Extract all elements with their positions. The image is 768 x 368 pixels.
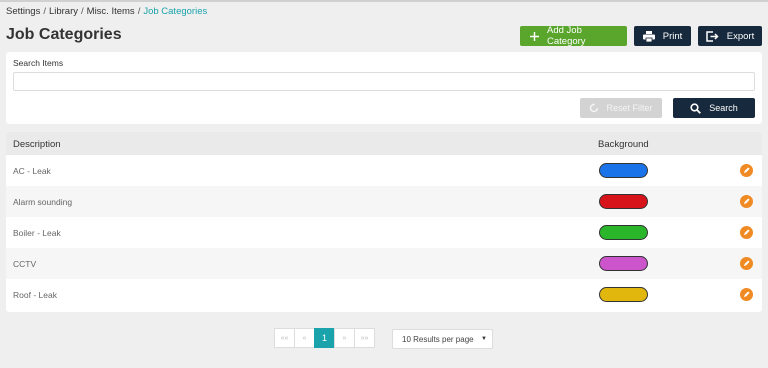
- breadcrumb-library[interactable]: Library: [49, 6, 78, 17]
- row-description: Alarm sounding: [13, 196, 73, 207]
- reset-filter-button[interactable]: Reset Filter: [580, 98, 662, 118]
- table-row[interactable]: Boiler - Leak: [6, 217, 762, 248]
- table-row[interactable]: CCTV: [6, 248, 762, 279]
- edit-icon[interactable]: [740, 195, 753, 208]
- results-per-page-value: 10 Results per page: [402, 334, 474, 344]
- last-page-button[interactable]: »»: [354, 328, 375, 348]
- table-header: Description Background: [6, 132, 762, 155]
- edit-icon[interactable]: [740, 257, 753, 270]
- background-color-swatch: [599, 194, 648, 209]
- row-description: CCTV: [13, 258, 37, 269]
- row-description: Roof - Leak: [13, 289, 57, 300]
- breadcrumb-separator: /: [43, 6, 46, 17]
- breadcrumb-separator: /: [81, 6, 84, 17]
- search-button[interactable]: Search: [673, 98, 755, 118]
- search-label: Search: [709, 103, 738, 113]
- toolbar: Add Job Category Print Export: [520, 25, 762, 47]
- breadcrumb: Settings / Library / Misc. Items / Job Categor…: [6, 6, 207, 17]
- table-row[interactable]: Alarm sounding: [6, 186, 762, 217]
- pagination: «« « 1 » »»: [274, 328, 375, 348]
- add-job-category-label: Add Job Category: [547, 25, 586, 47]
- page-title: Job Categories: [6, 26, 122, 43]
- edit-icon[interactable]: [740, 164, 753, 177]
- reset-filter-label: Reset Filter: [606, 103, 653, 113]
- edit-icon[interactable]: [740, 288, 753, 301]
- export-icon: [706, 30, 719, 42]
- background-color-swatch: [599, 256, 648, 271]
- print-button[interactable]: Print: [634, 26, 691, 46]
- plus-icon: [530, 31, 539, 41]
- results-per-page-select[interactable]: 10 Results per page ▼: [392, 329, 493, 349]
- print-label: Print: [662, 30, 683, 42]
- background-color-swatch: [599, 163, 648, 178]
- export-button[interactable]: Export: [698, 26, 762, 46]
- add-job-category-button[interactable]: Add Job Category: [520, 25, 627, 47]
- edit-icon[interactable]: [740, 226, 753, 239]
- breadcrumb-misc-items[interactable]: Misc. Items: [87, 6, 135, 17]
- breadcrumb-settings[interactable]: Settings: [6, 6, 40, 17]
- job-categories-table: Description Background AC - Leak Alarm s…: [6, 132, 762, 312]
- table-row[interactable]: AC - Leak: [6, 155, 762, 186]
- first-page-button[interactable]: ««: [274, 328, 295, 348]
- column-header-background[interactable]: Background: [598, 139, 649, 150]
- breadcrumb-current: Job Categories: [143, 6, 208, 17]
- export-label: Export: [726, 30, 755, 42]
- table-row[interactable]: Roof - Leak: [6, 279, 762, 310]
- search-items-label: Search Items: [13, 58, 64, 68]
- search-icon: [690, 102, 702, 114]
- row-description: Boiler - Leak: [13, 227, 61, 238]
- previous-page-button[interactable]: «: [294, 328, 315, 348]
- breadcrumb-separator: /: [137, 6, 141, 17]
- page-1-button[interactable]: 1: [314, 328, 335, 348]
- search-input[interactable]: [13, 72, 755, 91]
- printer-icon: [642, 30, 655, 42]
- background-color-swatch: [599, 287, 648, 302]
- refresh-icon: [589, 103, 599, 113]
- background-color-swatch: [599, 225, 648, 240]
- row-description: AC - Leak: [13, 165, 51, 176]
- filter-panel: Search Items Reset Filter Search: [6, 52, 762, 124]
- dropdown-caret-icon: ▼: [481, 336, 487, 342]
- column-header-description[interactable]: Description: [13, 139, 61, 150]
- next-page-button[interactable]: »: [334, 328, 355, 348]
